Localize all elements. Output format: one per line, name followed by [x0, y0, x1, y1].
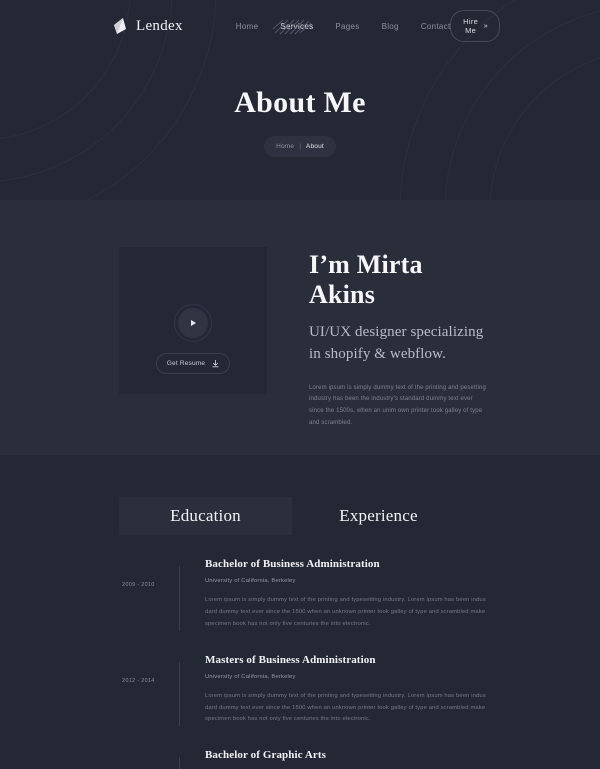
timeline-body: Masters of Business Administration Unive…: [205, 654, 488, 727]
hire-me-label: Hire Me: [463, 17, 479, 35]
timeline-date: 2012 - 2014: [122, 677, 155, 684]
nav-link-contact[interactable]: Contact: [421, 22, 451, 31]
timeline-date: 2015 - 2018: [119, 749, 179, 769]
resume-tabs: Education Experience: [119, 497, 488, 535]
timeline-item: 2012 - 2014 Masters of Business Administ…: [119, 654, 488, 750]
resume-section: Education Experience 2009 - 2010 Bachelo…: [0, 455, 600, 769]
timeline-item: 2015 - 2018 Bachelor of Graphic Arts Uni…: [119, 749, 488, 769]
timeline-title: Bachelor of Graphic Arts: [205, 749, 327, 762]
play-video-button[interactable]: [174, 304, 212, 342]
breadcrumb-current: About: [305, 143, 324, 150]
tab-experience[interactable]: Experience: [292, 497, 465, 535]
nav-link-home[interactable]: Home: [236, 22, 259, 31]
timeline-divider: [179, 566, 180, 631]
timeline-school: University of California, Berkeley: [205, 578, 296, 584]
breadcrumb-home[interactable]: Home: [276, 143, 294, 150]
play-button-inner: [178, 308, 208, 338]
leaf-diamond-logo-icon: [114, 17, 126, 34]
timeline-divider: [179, 661, 180, 727]
about-page: Lendex Home Services Pages Blog Contact …: [0, 0, 600, 769]
breadcrumb-separator: |: [299, 143, 301, 150]
nav-link-pages[interactable]: Pages: [335, 22, 359, 31]
timeline-school: University of California, Berkeley: [205, 673, 296, 680]
page-title: About Me: [234, 86, 366, 119]
get-resume-label: Get Resume: [166, 360, 206, 367]
scribble-highlight-icon: [272, 19, 312, 34]
play-icon: [191, 320, 197, 326]
timeline-date: 2009 - 2010: [122, 582, 155, 588]
main-navbar: Lendex Home Services Pages Blog Contact …: [0, 0, 600, 52]
timeline-title: Bachelor of Business Administration: [205, 558, 380, 570]
hire-me-button[interactable]: Hire Me »: [450, 10, 500, 42]
breadcrumb: Home | About: [264, 136, 336, 157]
nav-link-services[interactable]: Services: [272, 19, 313, 34]
get-resume-button[interactable]: Get Resume: [156, 353, 230, 374]
timeline-title: Masters of Business Administration: [205, 653, 376, 666]
hero-section: Lendex Home Services Pages Blog Contact …: [0, 0, 600, 200]
arrow-right-icon: »: [483, 22, 488, 30]
tab-education[interactable]: Education: [119, 497, 292, 535]
timeline-description: Lorem ipsum is simply dummy text of the …: [205, 692, 486, 723]
nav-link-blog[interactable]: Blog: [382, 22, 399, 31]
timeline-body: Bachelor of Graphic Arts University of C…: [205, 749, 488, 769]
nav-links: Home Services Pages Blog Contact: [236, 19, 451, 34]
education-timeline: 2009 - 2010 Bachelor of Business Adminis…: [119, 558, 488, 769]
profile-media-card: Get Resume: [119, 247, 267, 394]
download-icon: [212, 359, 219, 367]
timeline-item: 2009 - 2010 Bachelor of Business Adminis…: [119, 558, 488, 654]
about-body-text: Lorem ipsum is simply dummy text of the …: [309, 384, 487, 426]
about-name: I’m Mirta Akins: [309, 250, 423, 309]
timeline-body: Bachelor of Business Administration Univ…: [205, 558, 488, 631]
timeline-description: Lorem ipsum is simply dummy text of the …: [205, 597, 486, 627]
timeline-divider: [179, 757, 180, 769]
about-section: Get Resume I’m Mirta Akins UI/UX designe…: [0, 200, 600, 455]
about-subtitle: UI/UX designer specializing in shopify &…: [309, 323, 484, 363]
brand-name: Lendex: [136, 17, 183, 34]
brand-logo[interactable]: Lendex: [112, 17, 183, 36]
about-text-block: I’m Mirta Akins UI/UX designer specializ…: [267, 247, 488, 455]
